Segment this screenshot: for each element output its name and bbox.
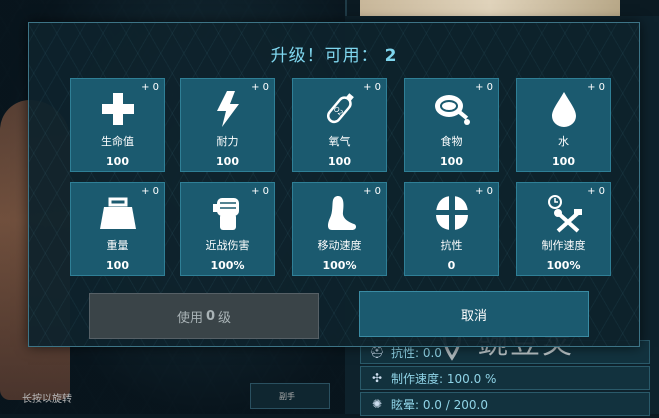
stat-label: 移动速度 (317, 239, 362, 252)
stat-value: 100 (552, 155, 575, 168)
helmet-icon: ⛑ (369, 345, 385, 359)
stat-stamina-button[interactable]: + 0 耐力 100 (180, 78, 275, 172)
level-up-dialog: 升级！可用： 2 + 0 生命值 100 + 0 耐力 100 + 0 O2 氧… (28, 22, 640, 347)
stat-value: 100 (216, 155, 239, 168)
dialog-title-text: 升级！可用： (270, 46, 379, 66)
stat-row-crafting: ✣ 制作速度: 100.0 % (360, 366, 650, 390)
stat-value: 100% (210, 259, 245, 272)
stat-label: 生命值 (101, 135, 134, 148)
oxygen-tank-icon: O2 (293, 89, 386, 129)
fist-icon (181, 193, 274, 233)
use-level-button[interactable]: 使用 0 级 (89, 293, 319, 339)
helmet-icon (405, 193, 498, 233)
torpor-icon: ✺ (371, 397, 383, 411)
stat-value: 100 (106, 259, 129, 272)
stat-value: 0 (447, 259, 456, 272)
stat-water-button[interactable]: + 0 水 100 (516, 78, 611, 172)
stat-melee-button[interactable]: + 0 近战伤害 100% (180, 182, 275, 276)
stat-label: 重量 (106, 239, 129, 252)
stat-value: 100 (106, 155, 129, 168)
stat-weight-button[interactable]: + 0 重量 100 (70, 182, 165, 276)
use-button-suffix: 级 (218, 310, 232, 326)
stat-label: 水 (558, 135, 569, 148)
stat-fortitude-button[interactable]: + 0 抗性 0 (404, 182, 499, 276)
dialog-title: 升级！可用： 2 (29, 41, 639, 66)
stat-label: 食物 (440, 135, 463, 148)
cancel-button[interactable]: 取消 (359, 291, 589, 337)
stat-movement-button[interactable]: + 0 移动速度 100% (292, 182, 387, 276)
crafting-tools-icon (517, 193, 610, 233)
rotate-hint: 长按以旋转 (22, 394, 72, 405)
weight-icon (71, 193, 164, 233)
health-cross-icon (71, 89, 164, 129)
stat-food-button[interactable]: + 0 食物 100 (404, 78, 499, 172)
stat-label: 制作速度 (541, 239, 586, 252)
stat-row-text: 制作速度: 100.0 % (391, 371, 497, 386)
stat-crafting-button[interactable]: + 0 制作速度 100% (516, 182, 611, 276)
stat-value: 100 (440, 155, 463, 168)
foot-icon (293, 193, 386, 233)
use-button-prefix: 使用 (176, 310, 203, 326)
stat-row-text: 眩晕: 0.0 / 200.0 (391, 397, 488, 412)
available-points: 2 (384, 46, 398, 66)
stat-health-button[interactable]: + 0 生命值 100 (70, 78, 165, 172)
stat-label: 近战伤害 (205, 239, 250, 252)
stat-value: 100 (328, 155, 351, 168)
stat-label: 耐力 (216, 135, 239, 148)
lightning-bolt-icon (181, 89, 274, 129)
crafting-tools-icon: ✣ (371, 371, 383, 385)
meat-drumstick-icon (405, 89, 498, 129)
stat-value: 100% (546, 259, 581, 272)
top-image-strip (360, 0, 620, 16)
stat-label: 抗性 (440, 239, 463, 252)
stat-label: 氧气 (328, 135, 351, 148)
use-button-level: 0 (205, 308, 216, 324)
offhand-slot[interactable]: 副手 (250, 383, 330, 409)
stat-row-torpor: ✺ 眩晕: 0.0 / 200.0 (360, 392, 650, 416)
stat-oxygen-button[interactable]: + 0 O2 氧气 100 (292, 78, 387, 172)
water-drop-icon (517, 89, 610, 129)
stat-value: 100% (322, 259, 357, 272)
